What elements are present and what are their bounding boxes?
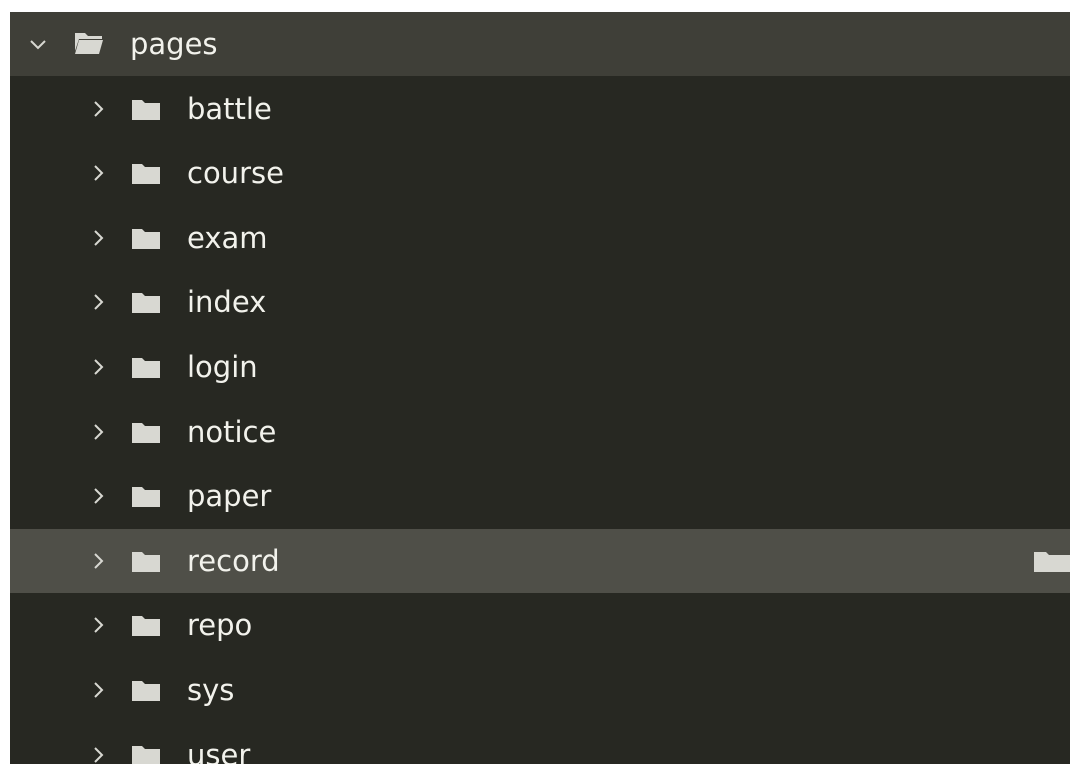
drag-folder-icon [1033, 550, 1070, 574]
tree-item-label: notice [187, 415, 277, 449]
chevron-right-icon[interactable] [88, 99, 108, 119]
tree-item-login[interactable]: login [10, 335, 1070, 399]
folder-icon [131, 614, 161, 638]
tree-item-label: pages [130, 27, 218, 61]
chevron-right-icon[interactable] [88, 745, 108, 764]
folder-icon [131, 744, 161, 764]
chevron-right-icon[interactable] [88, 422, 108, 442]
chevron-right-icon[interactable] [88, 680, 108, 700]
tree-item-exam[interactable]: exam [10, 206, 1070, 270]
chevron-right-icon[interactable] [88, 551, 108, 571]
tree-item-repo[interactable]: repo [10, 593, 1070, 657]
chevron-right-icon[interactable] [88, 486, 108, 506]
tree-item-label: record [187, 544, 280, 578]
tree-item-label: paper [187, 479, 272, 513]
folder-icon [131, 356, 161, 380]
tree-item-label: repo [187, 608, 253, 642]
tree-item-course[interactable]: course [10, 141, 1070, 205]
folder-icon [131, 162, 161, 186]
tree-item-paper[interactable]: paper [10, 464, 1070, 528]
chevron-right-icon[interactable] [88, 615, 108, 635]
chevron-right-icon[interactable] [88, 163, 108, 183]
file-explorer-panel: pages battle course exam index login notice pa… [10, 12, 1070, 764]
tree-item-label: index [187, 285, 267, 319]
tree-item-sys[interactable]: sys [10, 658, 1070, 722]
folder-icon [131, 679, 161, 703]
folder-open-icon [74, 31, 104, 55]
tree-item-label: course [187, 156, 284, 190]
chevron-right-icon[interactable] [88, 228, 108, 248]
tree-item-label: sys [187, 673, 235, 707]
chevron-right-icon[interactable] [88, 357, 108, 377]
folder-icon [131, 98, 161, 122]
tree-item-notice[interactable]: notice [10, 400, 1070, 464]
folder-icon [131, 485, 161, 509]
tree-item-battle[interactable]: battle [10, 77, 1070, 141]
folder-icon [131, 291, 161, 315]
tree-item-record[interactable]: record [10, 529, 1070, 593]
tree-item-label: user [187, 738, 251, 764]
chevron-right-icon[interactable] [88, 292, 108, 312]
tree-item-pages[interactable]: pages [10, 12, 1070, 76]
tree-item-label: login [187, 350, 258, 384]
tree-item-label: exam [187, 221, 268, 255]
tree-item-user[interactable]: user [10, 723, 1070, 764]
folder-icon [131, 550, 161, 574]
tree-item-index[interactable]: index [10, 270, 1070, 334]
chevron-down-icon[interactable] [28, 34, 48, 54]
folder-icon [131, 421, 161, 445]
folder-icon [131, 227, 161, 251]
tree-item-label: battle [187, 92, 272, 126]
